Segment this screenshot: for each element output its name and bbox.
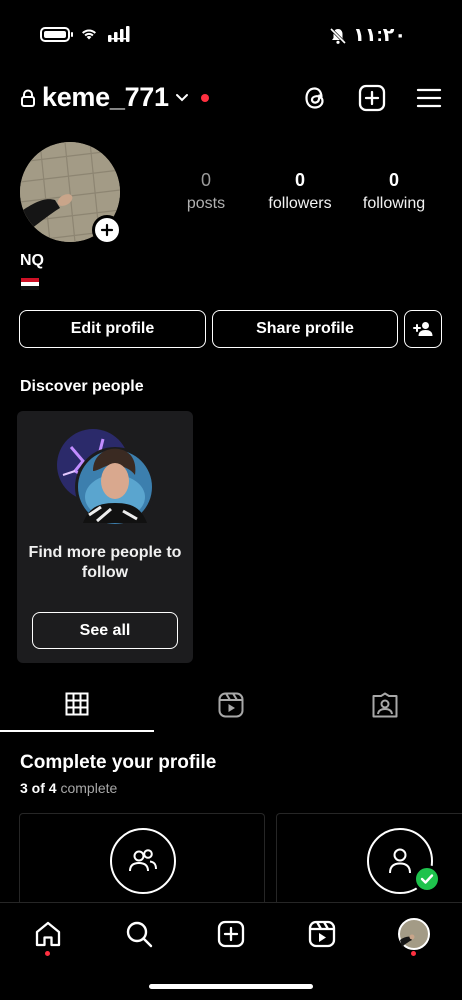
threads-icon[interactable]: [302, 84, 328, 112]
add-person-icon: [413, 322, 433, 336]
complete-profile-title: Complete your profile: [20, 752, 217, 773]
discover-people-card: Find more people to follow See all: [17, 411, 193, 663]
notification-dot: [200, 93, 209, 102]
see-all-button[interactable]: See all: [32, 612, 178, 649]
tab-grid[interactable]: [0, 688, 154, 732]
profile-header: keme_771: [0, 80, 462, 120]
share-profile-button[interactable]: Share profile: [212, 310, 398, 348]
reels-icon: [308, 920, 336, 948]
battery-icon: [40, 26, 73, 42]
status-time: ١١:٢٠: [353, 25, 406, 46]
active-tab-indicator: [0, 730, 154, 732]
status-right: ١١:٢٠: [329, 24, 406, 47]
following-stat[interactable]: 0 following: [363, 170, 425, 213]
grid-icon: [65, 692, 89, 716]
add-story-button[interactable]: [92, 215, 122, 245]
home-icon: [35, 921, 61, 947]
discover-card-text: Find more people to follow: [28, 544, 182, 581]
silent-bell-icon: [330, 27, 347, 44]
status-bar: ١١:٢٠: [0, 0, 462, 70]
tagged-icon: [372, 692, 398, 718]
chevron-down-icon: [175, 93, 188, 101]
completed-check-icon: [413, 865, 441, 893]
discover-people-button[interactable]: [404, 310, 442, 348]
person-icon: [389, 848, 411, 874]
followers-stat[interactable]: 0 followers: [268, 170, 331, 213]
posts-label: posts: [186, 195, 226, 212]
suggested-people-avatars: [57, 429, 155, 527]
egypt-flag-icon: [21, 278, 39, 290]
profile-photo-task-card[interactable]: [276, 813, 462, 913]
followers-count: 0: [294, 170, 306, 190]
username: keme_771: [42, 82, 169, 112]
posts-count: 0: [200, 170, 211, 190]
progress-count: 3 of 4: [20, 780, 57, 796]
profile-stats: 0 posts 0 followers 0 following: [160, 170, 450, 220]
followers-label: followers: [268, 195, 332, 212]
tab-tagged[interactable]: [308, 688, 462, 732]
profile-avatar: [398, 918, 430, 950]
signal-icon: [108, 26, 130, 42]
profile-tabs: [0, 688, 462, 732]
nav-home[interactable]: [31, 917, 65, 951]
display-name: NQ: [20, 252, 44, 269]
discover-people-title: Discover people: [20, 378, 144, 395]
plus-icon: [100, 223, 114, 237]
lock-icon: [21, 89, 35, 107]
tab-reels[interactable]: [154, 688, 308, 732]
nav-search[interactable]: [122, 917, 156, 951]
progress-word: complete: [60, 780, 118, 796]
home-notification-dot: [45, 951, 50, 956]
account-switcher[interactable]: keme_771: [20, 82, 209, 113]
header-actions: [302, 84, 442, 112]
find-people-task-card[interactable]: [19, 813, 265, 913]
nav-profile[interactable]: [397, 917, 431, 951]
menu-icon[interactable]: [416, 87, 442, 109]
nav-reels[interactable]: [305, 917, 339, 951]
create-post-icon[interactable]: [358, 84, 386, 112]
edit-profile-button[interactable]: Edit profile: [19, 310, 206, 348]
status-left: [40, 26, 132, 42]
following-label: following: [362, 195, 426, 212]
nav-create[interactable]: [214, 917, 248, 951]
complete-profile-progress: 3 of 4 complete: [20, 780, 117, 796]
home-indicator: [149, 984, 313, 989]
profile-notification-dot: [411, 951, 416, 956]
wifi-icon: [82, 29, 96, 40]
people-icon: [129, 849, 157, 872]
search-icon: [126, 921, 153, 948]
create-icon: [217, 920, 245, 948]
following-count: 0: [388, 170, 400, 190]
people-icon-circle: [110, 828, 176, 894]
reels-icon: [218, 692, 244, 718]
posts-stat: 0 posts: [187, 170, 225, 213]
